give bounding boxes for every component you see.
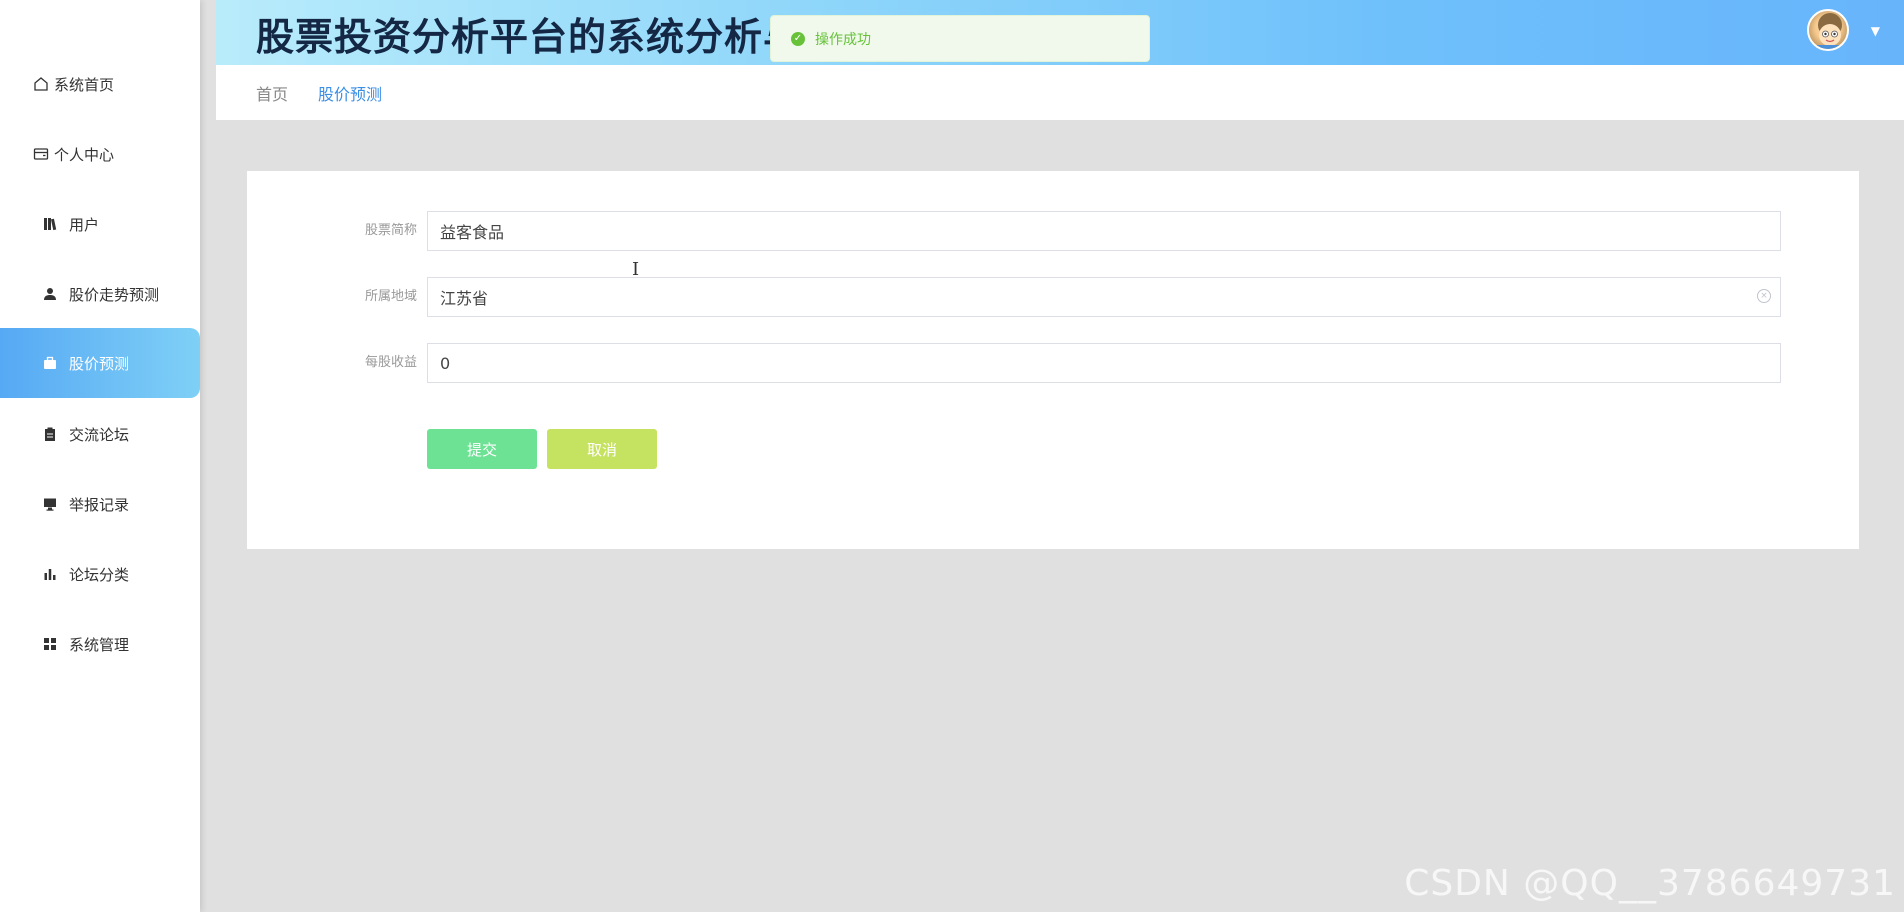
- sidebar-item-label: 用户: [69, 215, 100, 234]
- sidebar-item-label: 系统首页: [54, 75, 115, 94]
- sidebar: 系统首页 个人中心 用户 股价走势预测 股价预测 交流论坛 举报记录 论坛分类 …: [0, 0, 200, 912]
- book-icon: [41, 215, 59, 233]
- sidebar-item-price-trend-forecast[interactable]: 股价走势预测: [0, 259, 200, 329]
- cancel-button[interactable]: 取消: [547, 429, 657, 469]
- form-panel: 股票简称 所属地域 × 每股收益 I 提交 取消: [247, 171, 1859, 549]
- sidebar-item-label: 个人中心: [54, 145, 115, 164]
- wallet-icon: [32, 145, 50, 163]
- sidebar-item-label: 论坛分类: [69, 565, 130, 584]
- eps-input[interactable]: [427, 343, 1781, 383]
- text-cursor-icon: I: [632, 259, 640, 280]
- region-input[interactable]: [427, 277, 1781, 317]
- home-icon: [32, 75, 50, 93]
- form-row-stock-name: 股票简称: [247, 211, 1859, 251]
- breadcrumb-current: 股价预测: [318, 84, 383, 104]
- sidebar-item-personal-center[interactable]: 个人中心: [0, 119, 200, 189]
- avatar[interactable]: [1807, 9, 1849, 51]
- check-circle-icon: ✓: [791, 31, 805, 46]
- user-icon: [41, 285, 59, 303]
- sidebar-item-forum[interactable]: 交流论坛: [0, 399, 200, 469]
- form-row-region: 所属地域 ×: [247, 277, 1859, 317]
- caret-down-icon[interactable]: ▼: [1871, 24, 1880, 38]
- region-label: 所属地域: [364, 289, 417, 304]
- monitor-icon: [41, 495, 59, 513]
- breadcrumb-home[interactable]: 首页: [256, 81, 288, 105]
- sidebar-item-label: 举报记录: [69, 495, 130, 514]
- submit-button[interactable]: 提交: [427, 429, 537, 469]
- bar-chart-icon: [41, 565, 59, 583]
- sidebar-item-label: 交流论坛: [69, 425, 130, 444]
- toast-message: 操作成功: [815, 31, 871, 48]
- sidebar-item-price-forecast[interactable]: 股价预测: [0, 328, 200, 398]
- watermark: CSDN @QQ__3786649731: [1404, 863, 1896, 904]
- sidebar-item-reports[interactable]: 举报记录: [0, 469, 200, 539]
- form-row-eps: 每股收益: [247, 343, 1859, 383]
- sidebar-item-label: 股价走势预测: [69, 285, 160, 304]
- success-toast: ✓ 操作成功: [770, 15, 1150, 62]
- sidebar-item-label: 股价预测: [69, 354, 130, 373]
- sidebar-item-system-management[interactable]: 系统管理: [0, 609, 200, 679]
- sidebar-item-forum-categories[interactable]: 论坛分类: [0, 539, 200, 609]
- eps-label: 每股收益: [364, 355, 417, 370]
- briefcase-icon: [41, 354, 59, 372]
- clipboard-icon: [41, 425, 59, 443]
- grid-icon: [41, 635, 59, 653]
- sidebar-item-users[interactable]: 用户: [0, 189, 200, 259]
- sidebar-item-home[interactable]: 系统首页: [0, 49, 200, 119]
- clear-icon[interactable]: ×: [1757, 289, 1771, 303]
- breadcrumb: 首页 股价预测: [216, 65, 1904, 120]
- stock-name-label: 股票简称: [364, 223, 417, 238]
- stock-name-input[interactable]: [427, 211, 1781, 251]
- sidebar-item-label: 系统管理: [69, 635, 130, 654]
